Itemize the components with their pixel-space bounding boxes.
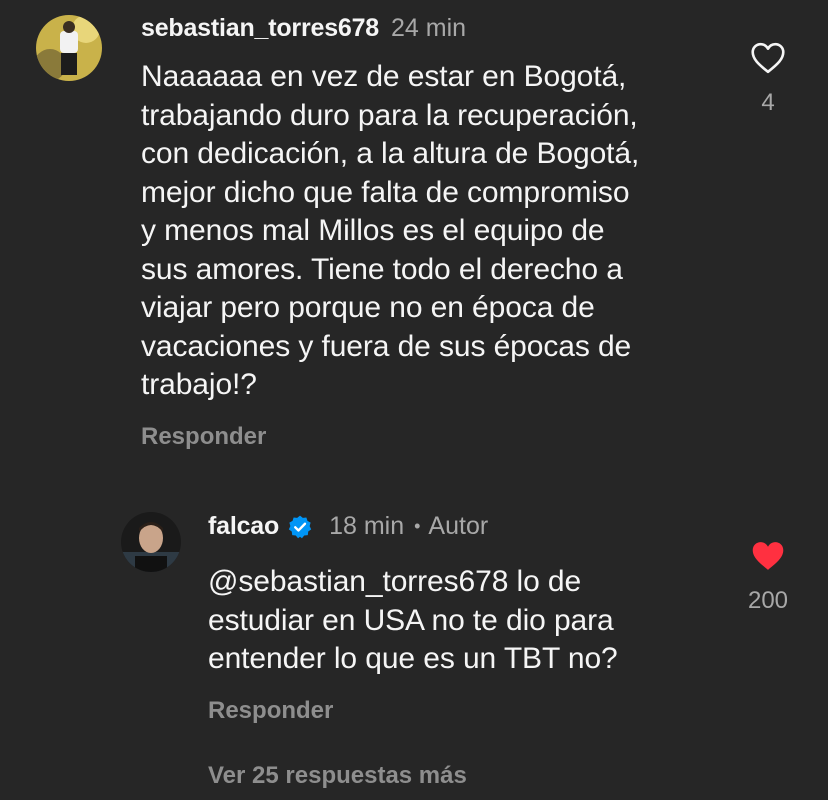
comment-header: sebastian_torres678 24 min: [141, 14, 466, 43]
avatar[interactable]: [36, 15, 102, 81]
comment-text: @sebastian_torres678 lo de estudiar en U…: [208, 565, 618, 675]
like-count: 4: [761, 89, 775, 116]
heart-outline-icon[interactable]: [750, 42, 786, 79]
like-count: 200: [747, 587, 789, 614]
avatar-image: [36, 15, 102, 81]
heart-filled-icon[interactable]: [750, 540, 786, 577]
view-more-replies-button[interactable]: Ver 25 respuestas más: [208, 762, 467, 790]
username[interactable]: falcao: [208, 512, 279, 541]
reply-button[interactable]: Responder: [141, 423, 266, 451]
comment-falcao: falcao 18 min • Autor @sebastian_torres6…: [0, 490, 828, 730]
reply-button[interactable]: Responder: [208, 697, 333, 725]
avatar[interactable]: [121, 512, 181, 572]
like-control: 4: [738, 42, 798, 117]
timestamp: 24 min: [391, 14, 467, 42]
timestamp: 18 min: [329, 512, 405, 540]
comment-sebastian: sebastian_torres678 24 min Naaaaaa en ve…: [0, 0, 828, 470]
username[interactable]: sebastian_torres678: [141, 14, 379, 43]
comments-thread: sebastian_torres678 24 min Naaaaaa en ve…: [0, 0, 828, 800]
separator: •: [414, 516, 421, 536]
like-control: 200: [738, 540, 798, 615]
verified-badge-icon: [287, 514, 313, 540]
comment-header: falcao 18 min • Autor: [208, 512, 488, 541]
avatar-image: [121, 512, 181, 572]
comment-text: Naaaaaa en vez de estar en Bogotá, traba…: [141, 60, 640, 401]
author-tag: Autor: [428, 512, 489, 540]
